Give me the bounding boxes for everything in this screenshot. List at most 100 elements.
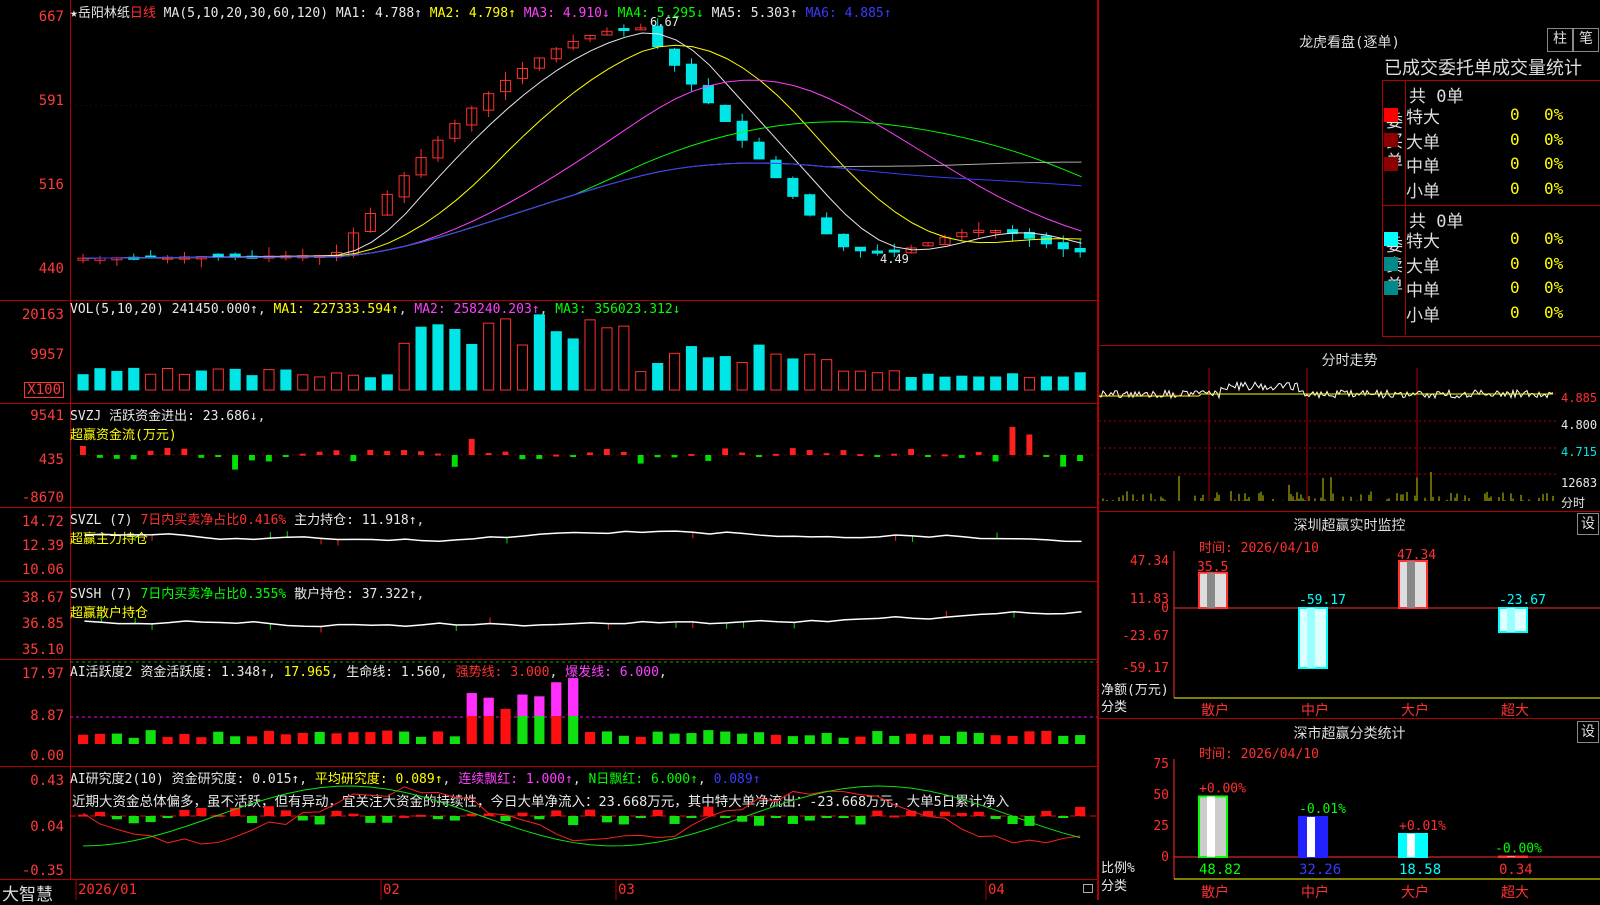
research-bar [839,816,849,818]
activity-bar [78,735,88,744]
volume-bar [213,369,223,390]
research-bar [636,816,646,818]
flow-bar [401,450,407,455]
activity-bar [1058,736,1068,744]
sz-axis-tick: 47.34 [1130,554,1169,569]
volume-bar [754,345,764,390]
volume-bar [636,372,646,390]
ai-research-pane[interactable]: 0.43 0.04 -0.35 AI研究度2(10) 资金研究度: 0.015↑… [0,766,1097,880]
order-count: 0 [1510,154,1520,173]
price-pane[interactable]: 667 591 516 440 ★岳阳林纸日线 MA(5,10,20,30,60… [0,0,1097,301]
retail-holding-chart[interactable] [0,581,1097,659]
research-bar [196,808,206,816]
activity-bar [501,709,511,744]
research-bar [517,813,527,816]
ai-research-chart[interactable] [0,766,1097,879]
flow-bar [249,455,255,460]
sh-change-label: +0.01% [1399,819,1446,834]
bar-mode-button[interactable]: 柱 [1547,28,1573,52]
fund-flow-chart[interactable] [0,403,1097,507]
sh-bar-shade [1207,796,1215,857]
research-bar [754,816,764,826]
flow-bar [519,455,525,459]
flow-bar [198,455,204,458]
pen-mode-button[interactable]: 笔 [1573,28,1599,52]
research-bar [822,816,832,818]
candle-body [230,254,240,256]
activity-bar [247,736,257,744]
main-holding-chart[interactable] [0,507,1097,581]
flow-bar [1043,455,1049,457]
sz-monitor-chart[interactable]: 47.3411.830-23.67-59.1735.5散户-59.17中户47.… [1099,511,1600,718]
volume-bar [298,375,308,390]
volume-bar [670,353,680,390]
sh-category: 中户 [1301,884,1329,900]
intraday-chart[interactable] [1099,346,1600,511]
candle-body [788,178,798,196]
sh-category: 散户 [1201,884,1229,900]
research-bar [1058,816,1068,818]
research-bar [619,816,629,824]
svsh-pane[interactable]: 38.67 36.85 35.10 SVSH (7) 7日内买卖净占比0.355… [0,581,1097,660]
dragon-tabs[interactable]: 已成交委托单成交量统计 [1384,54,1600,80]
intraday-tick: 4.885 [1561,391,1597,405]
volume-bar [129,368,139,390]
lock-icon[interactable] [1083,884,1093,893]
activity-bar [1075,735,1085,744]
research-bar [433,816,443,819]
ma6-line [84,163,1081,258]
svzj-pane[interactable]: 9541 435 -8670 SVZJ 活跃资金进出: 23.686↓, 超赢资… [0,403,1097,508]
activity-bar [1008,736,1018,744]
flow-bar [283,455,289,457]
ai-activity-chart[interactable] [0,659,1097,766]
sh-value-label: 48.82 [1199,862,1241,878]
research-bar [568,816,578,825]
volume-bar [805,354,815,390]
activity-bar [399,732,409,744]
order-pct: 0% [1544,179,1563,198]
flow-bar [536,455,542,459]
flow-bar [300,454,306,456]
volume-bar [450,329,460,390]
intraday-panel[interactable]: 分时走势 4.885 4.800 4.715 12683 分时 [1099,345,1600,512]
activity-bar [822,733,832,744]
volume-bar [78,375,88,390]
volume-bar [551,332,561,390]
sh-stats-chart[interactable]: 7550250+0.00%48.82散户-0.01%32.26中户+0.01%1… [1099,719,1600,900]
volume-bar [839,371,849,390]
svzl-pane[interactable]: 14.72 12.39 10.06 SVZL (7) 7日内买卖净占比0.416… [0,507,1097,582]
volume-bar [940,377,950,390]
sh-bar-shade [1307,817,1315,857]
sz-monitor-panel: 深圳超赢实时监控 设 时间: 2026/04/10 47.3411.830-23… [1099,511,1600,719]
activity-bar [146,730,156,744]
volume-bar [382,375,392,390]
volume-bar [585,320,595,390]
volume-chart[interactable] [0,300,1097,403]
flow-bar [114,455,120,459]
volume-pane[interactable]: 20163 9957 X100 VOL(5,10,20) 241450.000↑… [0,300,1097,404]
order-row-label: 特大 [1406,227,1440,252]
research-bar [1075,807,1085,816]
activity-bar [585,732,595,744]
legend-swatch [1384,232,1398,246]
candle-body [1058,243,1068,249]
activity-peak [467,693,477,716]
ai-active-pane[interactable]: 17.97 8.87 0.00 AI活跃度2 资金活跃度: 1.348↑, 17… [0,659,1097,767]
volume-bar [230,369,240,390]
volume-bar [112,371,122,390]
volume-bar [146,374,156,390]
research-bar [585,810,595,816]
activity-peak [568,678,578,716]
activity-bar [129,738,139,744]
research-bar [315,816,325,824]
ma3-line [84,80,1081,258]
candle-body [686,64,696,84]
candlestick-chart[interactable] [0,0,1097,300]
activity-bar [179,734,189,744]
volume-bar [315,377,325,390]
research-bar [889,816,899,818]
flow-bar [469,439,475,455]
activity-bar [332,733,342,744]
research-bar [991,816,1001,819]
sh-category: 大户 [1401,884,1429,900]
